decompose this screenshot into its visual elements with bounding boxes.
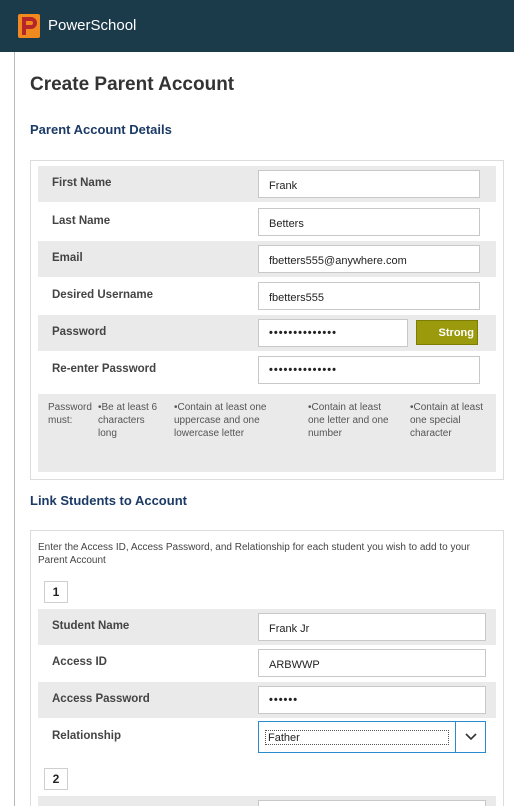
- relationship-dropdown-button[interactable]: [455, 722, 485, 752]
- password-row: Password •••••••••••••• Strong: [38, 315, 496, 351]
- password-rule-length: •Be at least 6 characters long: [98, 402, 158, 439]
- student-name-label: Student Name: [52, 620, 130, 632]
- top-bar: PowerSchool: [0, 0, 514, 52]
- last-name-label: Last Name: [52, 215, 111, 227]
- access-id-row: Access ID ARBWWP: [38, 645, 496, 681]
- student-number-2: 2: [44, 768, 68, 790]
- username-input[interactable]: fbetters555: [258, 282, 480, 310]
- relationship-row: Relationship Father: [38, 719, 496, 755]
- link-students-heading: Link Students to Account: [30, 493, 187, 508]
- relationship-select[interactable]: Father: [258, 721, 486, 753]
- powerschool-logo-icon: [18, 14, 40, 38]
- password-rule-case: •Contain at least one uppercase and one …: [174, 402, 267, 439]
- student-name-input[interactable]: Frank Jr: [258, 613, 486, 641]
- first-name-label: First Name: [52, 177, 112, 189]
- chevron-down-icon: [465, 733, 477, 741]
- password-input[interactable]: ••••••••••••••: [258, 319, 408, 347]
- brand-name: PowerSchool: [48, 17, 137, 34]
- last-name-row: Last Name Betters: [38, 204, 496, 240]
- email-label: Email: [52, 252, 83, 264]
- parent-details-heading: Parent Account Details: [30, 122, 172, 137]
- reenter-password-row: Re-enter Password ••••••••••••••: [38, 352, 496, 388]
- student-name-row: Student Name Frank Jr: [38, 609, 496, 645]
- student-number-1: 1: [44, 581, 68, 603]
- last-name-input[interactable]: Betters: [258, 208, 480, 236]
- password-label: Password: [52, 326, 107, 338]
- reenter-password-label: Re-enter Password: [52, 363, 157, 375]
- relationship-label: Relationship: [52, 730, 122, 742]
- username-row: Desired Username fbetters555: [38, 278, 496, 314]
- access-id-input[interactable]: ARBWWP: [258, 649, 486, 677]
- password-rule-number: •Contain at least one letter and one num…: [308, 402, 389, 439]
- left-divider: [14, 52, 15, 806]
- password-rules-label: Password must:: [48, 402, 92, 426]
- link-students-intro: Enter the Access ID, Access Password, an…: [38, 542, 470, 566]
- first-name-row: First Name Frank: [38, 166, 496, 202]
- email-row: Email fbetters555@anywhere.com: [38, 241, 496, 277]
- reenter-password-input[interactable]: ••••••••••••••: [258, 356, 480, 384]
- password-rules: Password must: •Be at least 6 characters…: [38, 394, 496, 472]
- access-id-label: Access ID: [52, 656, 107, 668]
- username-label: Desired Username: [52, 289, 153, 301]
- password-strength-badge: Strong: [416, 320, 478, 345]
- student-2-name-input[interactable]: [258, 800, 486, 806]
- relationship-selected-value: Father: [265, 730, 449, 745]
- access-password-row: Access Password ••••••: [38, 682, 496, 718]
- email-input[interactable]: fbetters555@anywhere.com: [258, 245, 480, 273]
- access-password-input[interactable]: ••••••: [258, 686, 486, 714]
- student-2-name-row: [38, 796, 496, 806]
- password-rule-special: •Contain at least one special character: [410, 402, 483, 439]
- page-title: Create Parent Account: [30, 74, 235, 95]
- first-name-input[interactable]: Frank: [258, 170, 480, 198]
- access-password-label: Access Password: [52, 693, 150, 705]
